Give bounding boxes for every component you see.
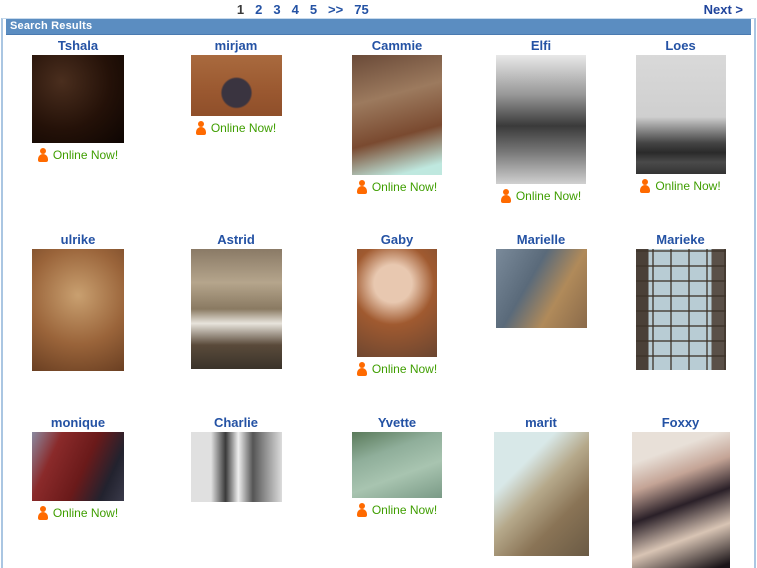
next-page-link[interactable]: Next > [704, 2, 743, 17]
profile-photo[interactable] [493, 432, 589, 556]
profile-card-marit: marit [472, 414, 610, 568]
online-now-indicator: Online Now! [6, 506, 150, 520]
profile-photo[interactable] [496, 55, 586, 184]
search-results-title: Search Results [10, 20, 93, 32]
online-now-indicator: Online Now! [322, 362, 472, 376]
profile-name-link[interactable]: marit [472, 416, 610, 429]
online-person-icon [356, 180, 367, 194]
profile-card-foxxy: Foxxy [610, 414, 751, 568]
profile-card-charlie: Charlie [150, 414, 322, 568]
online-now-label: Online Now! [371, 503, 438, 517]
online-person-icon [500, 189, 511, 203]
profile-name-link[interactable]: Astrid [150, 233, 322, 246]
profile-name-link[interactable]: monique [6, 416, 150, 429]
profile-card-yvette: Yvette Online Now! [322, 414, 472, 568]
profile-card-astrid: Astrid [150, 231, 322, 414]
profile-name-link[interactable]: Tshala [6, 39, 150, 52]
profile-card-gaby: Gaby Online Now! [322, 231, 472, 414]
profile-card-marieke: Marieke [610, 231, 751, 414]
online-now-indicator: Online Now! [472, 189, 610, 203]
profile-name-link[interactable]: Gaby [322, 233, 472, 246]
online-now-label: Online Now! [371, 180, 438, 194]
profile-photo[interactable] [352, 55, 442, 175]
profile-photo[interactable] [495, 249, 587, 328]
search-results-header: Search Results [6, 19, 751, 35]
profile-photo[interactable] [32, 249, 124, 371]
online-person-icon [195, 121, 206, 135]
pagination-current-page: 1 [236, 2, 245, 17]
results-grid: Tshala Online Now! mirjam Online Now! Ca… [6, 37, 751, 568]
pagination-skip-forward[interactable]: >> [328, 2, 343, 17]
pagination-page-5[interactable]: 5 [310, 2, 317, 17]
online-person-icon [37, 148, 48, 162]
online-person-icon [37, 506, 48, 520]
profile-photo[interactable] [190, 249, 282, 369]
profile-name-link[interactable]: Cammie [322, 39, 472, 52]
online-now-label: Online Now! [655, 179, 721, 193]
profile-photo[interactable] [635, 55, 726, 174]
profile-name-link[interactable]: Marielle [472, 233, 610, 246]
profile-card-ulrike: ulrike [6, 231, 150, 414]
profile-card-monique: monique Online Now! [6, 414, 150, 568]
online-now-label: Online Now! [52, 148, 119, 162]
top-pagination-bar: 1 2 3 4 5 >> 75 Next > [0, 0, 757, 18]
pagination-page-3[interactable]: 3 [273, 2, 280, 17]
profile-name-link[interactable]: Foxxy [610, 416, 751, 429]
online-now-indicator: Online Now! [322, 503, 472, 517]
profile-photo[interactable] [352, 432, 442, 498]
pagination-page-4[interactable]: 4 [292, 2, 299, 17]
profile-photo[interactable] [635, 249, 726, 370]
profile-photo[interactable] [190, 432, 282, 502]
online-now-label: Online Now! [210, 121, 277, 135]
profile-card-elfi: Elfi Online Now! [472, 37, 610, 231]
profile-photo[interactable] [190, 55, 282, 116]
profile-card-loes: Loes Online Now! [610, 37, 751, 231]
profile-name-link[interactable]: Marieke [610, 233, 751, 246]
profile-name-link[interactable]: ulrike [6, 233, 150, 246]
profile-photo[interactable] [631, 432, 730, 568]
results-frame: Search Results Tshala Online Now! mirjam… [1, 18, 756, 568]
online-now-indicator: Online Now! [610, 179, 751, 193]
profile-photo[interactable] [357, 249, 437, 357]
pagination: 1 2 3 4 5 >> 75 [237, 2, 369, 17]
profile-card-cammie: Cammie Online Now! [322, 37, 472, 231]
online-now-label: Online Now! [52, 506, 119, 520]
online-now-indicator: Online Now! [322, 180, 472, 194]
online-now-indicator: Online Now! [6, 148, 150, 162]
pagination-last-page[interactable]: 75 [354, 2, 368, 17]
profile-card-marielle: Marielle [472, 231, 610, 414]
profile-name-link[interactable]: Loes [610, 39, 751, 52]
online-person-icon [356, 362, 367, 376]
pagination-page-2[interactable]: 2 [255, 2, 262, 17]
profile-name-link[interactable]: Elfi [472, 39, 610, 52]
online-now-label: Online Now! [371, 362, 438, 376]
profile-photo[interactable] [32, 432, 124, 501]
online-now-indicator: Online Now! [150, 121, 322, 135]
profile-name-link[interactable]: Yvette [322, 416, 472, 429]
profile-name-link[interactable]: Charlie [150, 416, 322, 429]
profile-card-tshala: Tshala Online Now! [6, 37, 150, 231]
online-now-label: Online Now! [515, 189, 582, 203]
online-person-icon [356, 503, 367, 517]
profile-photo[interactable] [32, 55, 124, 143]
profile-name-link[interactable]: mirjam [150, 39, 322, 52]
online-person-icon [640, 179, 651, 193]
profile-card-mirjam: mirjam Online Now! [150, 37, 322, 231]
